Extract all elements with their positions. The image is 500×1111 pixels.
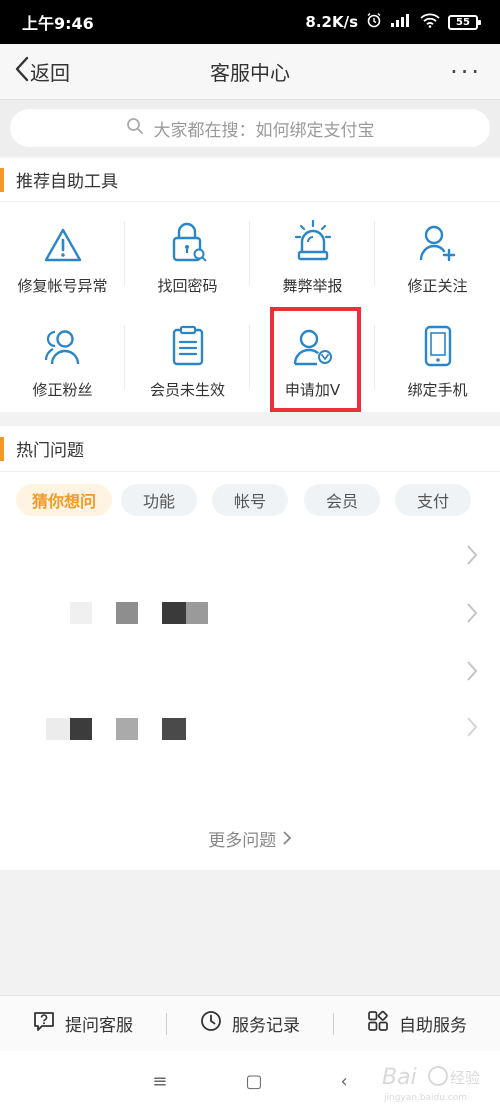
tool-label: 找回密码 <box>157 277 218 295</box>
back-icon[interactable]: ‹ <box>340 1071 347 1092</box>
tool-fix-account[interactable]: 修复帐号异常 <box>0 203 125 307</box>
tool-fix-fans[interactable]: 修正粉丝 <box>0 307 125 411</box>
divider <box>249 221 250 285</box>
signal-icon <box>390 13 412 31</box>
question-row[interactable] <box>0 586 500 642</box>
phone-icon <box>423 323 453 367</box>
page-title: 客服中心 <box>210 61 290 85</box>
pixelated-text <box>116 718 138 740</box>
divider <box>124 325 125 389</box>
self-service-tools-section: 推荐自助工具 修复帐号异常 找回密码 舞弊举报 修正关注 修正粉丝 会员未生效 … <box>0 158 500 412</box>
question-row[interactable] <box>0 644 500 700</box>
svg-text:Bai: Bai <box>382 1065 417 1090</box>
battery-icon: 55 <box>448 14 481 30</box>
pixelated-text <box>116 602 138 624</box>
tool-label: 修正关注 <box>407 277 468 295</box>
svg-text:jingyan.baidu.com: jingyan.baidu.com <box>383 1093 467 1103</box>
chevron-right-icon <box>466 544 478 570</box>
chevron-left-icon <box>14 56 30 87</box>
question-row[interactable] <box>0 528 500 584</box>
section-accent-bar <box>0 436 4 461</box>
menu-icon[interactable]: ≡ <box>152 1071 167 1092</box>
tool-report-fraud[interactable]: 舞弊举报 <box>250 203 375 307</box>
tool-bind-phone[interactable]: 绑定手机 <box>375 307 500 411</box>
pixelated-text <box>70 602 92 624</box>
network-speed: 8.2K/s <box>305 13 358 31</box>
search-area: 大家都在搜：如何绑定支付宝 <box>0 100 500 156</box>
home-icon[interactable]: ▢ <box>245 1071 262 1092</box>
users-icon <box>43 323 83 367</box>
pixelated-text <box>70 718 92 740</box>
clock-icon <box>200 1010 222 1037</box>
question-row[interactable] <box>0 700 500 756</box>
tool-label: 修复帐号异常 <box>17 277 108 295</box>
clipboard-icon <box>170 323 206 367</box>
tool-fix-follow[interactable]: 修正关注 <box>375 203 500 307</box>
user-plus-icon <box>418 219 458 263</box>
service-records-label: 服务记录 <box>232 1016 300 1036</box>
self-service-button[interactable]: 自助服务 <box>334 1010 500 1037</box>
battery-level: 55 <box>456 16 470 28</box>
alarm-siren-icon <box>293 219 333 263</box>
tool-label: 会员未生效 <box>149 381 225 399</box>
bottom-action-bar: 提问客服 服务记录 自助服务 <box>0 995 500 1051</box>
divider <box>249 325 250 389</box>
more-questions-link[interactable]: 更多问题 <box>0 826 500 851</box>
tab-payment[interactable]: 支付 <box>395 484 471 516</box>
search-placeholder: 大家都在搜：如何绑定支付宝 <box>153 120 375 141</box>
ask-support-button[interactable]: 提问客服 <box>0 1010 166 1037</box>
tab-account[interactable]: 帐号 <box>212 484 288 516</box>
status-time: 上午9:46 <box>22 14 94 33</box>
section-header: 推荐自助工具 <box>0 158 500 202</box>
warning-triangle-icon <box>43 219 83 263</box>
self-service-label: 自助服务 <box>399 1016 467 1036</box>
tool-membership-inactive[interactable]: 会员未生效 <box>125 307 250 411</box>
search-icon <box>126 117 144 140</box>
more-questions-label: 更多问题 <box>208 831 277 851</box>
highlight-box <box>270 307 361 412</box>
section-accent-bar <box>0 167 4 192</box>
alarm-icon <box>366 12 382 32</box>
back-button[interactable]: 返回 <box>0 56 120 87</box>
service-records-button[interactable]: 服务记录 <box>167 1010 333 1037</box>
pixelated-text <box>46 718 70 740</box>
hot-questions-section: 热门问题 猜你想问 功能 帐号 会员 支付 更多问题 <box>0 426 500 870</box>
tab-membership[interactable]: 会员 <box>304 484 380 516</box>
pixelated-text <box>162 718 186 740</box>
divider <box>374 221 375 285</box>
chevron-right-icon <box>466 716 478 742</box>
section-title: 推荐自助工具 <box>16 172 118 192</box>
divider <box>124 221 125 285</box>
pixelated-text <box>186 602 208 624</box>
more-menu-button[interactable]: ··· <box>380 58 500 86</box>
question-bubble-icon <box>33 1010 55 1037</box>
back-label: 返回 <box>30 61 70 85</box>
chevron-right-icon <box>282 831 292 851</box>
chevron-right-icon <box>466 660 478 686</box>
chevron-right-icon <box>466 602 478 628</box>
section-title: 热门问题 <box>16 441 84 461</box>
pixelated-text <box>162 602 186 624</box>
status-bar: 上午9:46 8.2K/s 55 <box>0 0 500 44</box>
wifi-icon <box>420 13 440 32</box>
tab-guess[interactable]: 猜你想问 <box>16 484 112 516</box>
search-input[interactable]: 大家都在搜：如何绑定支付宝 <box>10 109 490 147</box>
svg-text:经验: 经验 <box>450 1069 480 1087</box>
tool-recover-password[interactable]: 找回密码 <box>125 203 250 307</box>
lock-search-icon <box>168 219 208 263</box>
tool-label: 舞弊举报 <box>282 277 343 295</box>
category-tabs: 猜你想问 功能 帐号 会员 支付 <box>0 484 500 518</box>
divider <box>374 325 375 389</box>
baidu-jingyan-watermark-logo: Bai 经验 jingyan.baidu.com <box>380 1056 492 1106</box>
grid-apps-icon <box>367 1010 389 1037</box>
nav-bar: 返回 客服中心 ··· <box>0 44 500 100</box>
tool-label: 绑定手机 <box>407 381 468 399</box>
tab-function[interactable]: 功能 <box>121 484 197 516</box>
section-header: 热门问题 <box>0 426 500 472</box>
tool-label: 修正粉丝 <box>32 381 93 399</box>
ask-support-label: 提问客服 <box>65 1016 133 1036</box>
